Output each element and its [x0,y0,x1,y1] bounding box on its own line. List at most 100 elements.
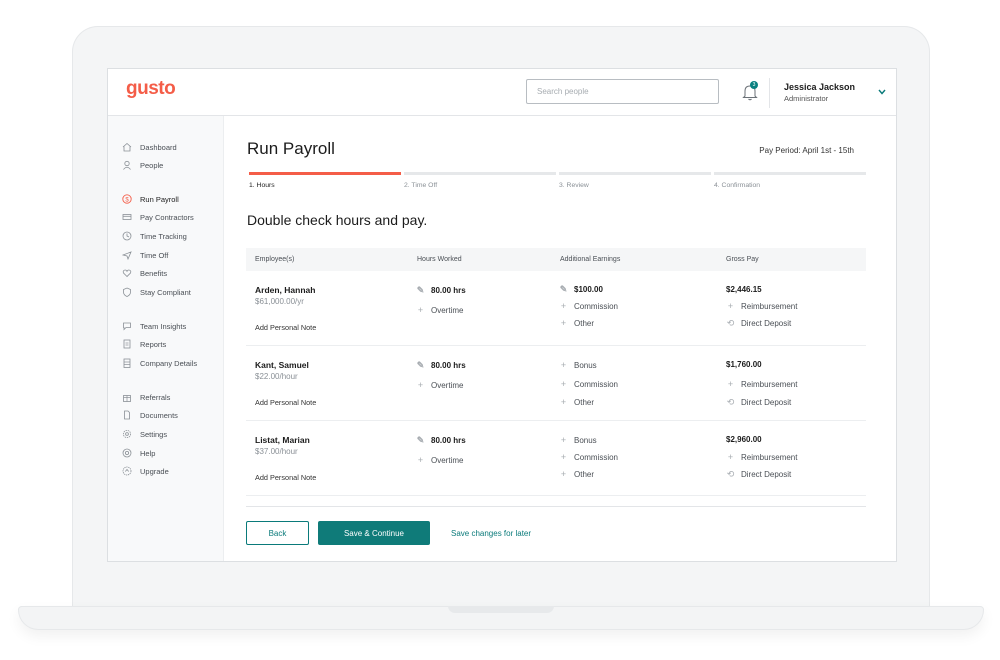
laptop-base [18,606,984,630]
sidebar-item-dashboard[interactable]: Dashboard [122,140,177,154]
sidebar-item-help[interactable]: Help [122,446,155,460]
sidebar-item-reports[interactable]: Reports [122,337,166,351]
sidebar-item-upgrade[interactable]: Upgrade [122,464,169,478]
app-window: gusto 3 Jessica Jackson Administrator Da… [107,68,897,562]
payroll-progress-steps: 1. Hours 2. Time Off 3. Review 4. Confir… [249,172,866,198]
footer-divider [246,506,866,507]
direct-deposit-toggle[interactable]: ⟲ Direct Deposit [726,469,792,480]
section-title: Double check hours and pay. [247,212,428,228]
refresh-icon: ⟲ [726,469,735,479]
sidebar-item-referrals[interactable]: Referrals [122,390,170,404]
employee-name[interactable]: Listat, Marian [255,435,310,445]
sidebar-item-time-tracking[interactable]: Time Tracking [122,229,187,243]
plus-icon: + [417,455,424,465]
plus-icon: + [727,452,734,462]
hours-worked-field[interactable]: ✎ 80.00 hrs [416,360,466,371]
add-overtime-button[interactable]: + Overtime [416,305,464,315]
step-hours[interactable]: 1. Hours [249,172,401,189]
employee-name[interactable]: Kant, Samuel [255,360,309,370]
add-reimbursement-button[interactable]: + Reimbursement [726,379,798,389]
sidebar-item-label: Run Payroll [140,194,179,204]
pay-period: Pay Period: April 1st - 15th [759,146,854,155]
sidebar-item-documents[interactable]: Documents [122,408,178,422]
direct-deposit-label: Direct Deposit [741,398,792,407]
header-divider [769,78,770,108]
add-reimbursement-button[interactable]: + Reimbursement [726,452,798,462]
direct-deposit-toggle[interactable]: ⟲ Direct Deposit [726,397,792,408]
column-header-earnings: Additional Earnings [560,256,621,263]
pencil-icon: ✎ [416,285,425,295]
add-reimbursement-button[interactable]: + Reimbursement [726,301,798,311]
other-label: Other [574,318,595,328]
refresh-icon: ⟲ [726,318,735,328]
step-bar [249,172,401,175]
sidebar-item-time-off[interactable]: Time Off [122,248,168,262]
search-input[interactable] [526,79,719,104]
bonus-label: Bonus [574,435,597,445]
table-header: Employee(s) Hours Worked Additional Earn… [246,248,866,271]
add-commission-button[interactable]: + Commission [559,379,618,389]
sidebar-item-label: Dashboard [140,142,177,152]
sidebar-item-label: Benefits [140,268,168,278]
gross-pay-value: $1,760.00 [726,360,762,369]
person-icon [122,160,132,170]
chevron-down-icon[interactable] [876,87,888,97]
step-time-off[interactable]: 2. Time Off [404,172,556,189]
document-icon [122,410,132,420]
hours-worked-field[interactable]: ✎ 80.00 hrs [416,435,466,446]
plus-icon: + [560,452,567,462]
other-label: Other [574,469,595,479]
hours-worked-field[interactable]: ✎ 80.00 hrs [416,285,466,296]
sidebar-item-benefits[interactable]: Benefits [122,266,167,280]
sidebar-item-company-details[interactable]: Company Details [122,356,197,370]
table-row: Listat, Marian $37.00/hour Add Personal … [246,421,866,496]
add-personal-note-link[interactable]: Add Personal Note [255,398,316,407]
plus-icon: + [417,380,424,390]
save-continue-button[interactable]: Save & Continue [318,521,430,545]
pencil-icon: ✎ [416,435,425,445]
direct-deposit-toggle[interactable]: ⟲ Direct Deposit [726,318,792,329]
add-other-button[interactable]: + Other [559,469,594,479]
add-commission-button[interactable]: + Commission [559,301,618,311]
hours-value: 80.00 hrs [431,436,466,445]
add-overtime-button[interactable]: + Overtime [416,455,464,465]
sidebar-item-label: Help [140,448,156,458]
sidebar-item-stay-compliant[interactable]: Stay Compliant [122,285,191,299]
sidebar-item-pay-contractors[interactable]: Pay Contractors [122,210,194,224]
dollar-icon: $ [122,194,132,204]
sidebar-item-run-payroll[interactable]: $ Run Payroll [122,192,179,206]
commission-label: Commission [574,301,619,311]
step-confirmation[interactable]: 4. Confirmation [714,172,866,189]
add-other-button[interactable]: + Other [559,397,594,407]
add-bonus-button[interactable]: + Bonus [559,360,597,370]
step-review[interactable]: 3. Review [559,172,711,189]
earnings-value: $100.00 [574,285,603,294]
add-other-button[interactable]: + Other [559,318,594,328]
add-commission-button[interactable]: + Commission [559,452,618,462]
gross-pay-value: $2,446.15 [726,285,762,294]
save-for-later-link[interactable]: Save changes for later [451,529,531,538]
earnings-amount-field[interactable]: ✎ $100.00 [559,284,603,295]
add-personal-note-link[interactable]: Add Personal Note [255,323,316,332]
notification-button[interactable]: 3 [740,81,760,102]
add-personal-note-link[interactable]: Add Personal Note [255,473,316,482]
sidebar-item-team-insights[interactable]: Team Insights [122,319,186,333]
plus-icon: + [560,360,567,370]
help-icon [122,448,132,458]
building-icon [122,358,132,368]
laptop-notch [448,606,554,613]
notification-badge: 3 [750,81,758,89]
step-label: 1. Hours [249,182,275,189]
overtime-label: Overtime [431,455,464,465]
clock-icon [122,231,132,241]
sidebar-item-settings[interactable]: Settings [122,427,167,441]
commission-label: Commission [574,452,619,462]
user-name[interactable]: Jessica Jackson [784,82,855,92]
back-button[interactable]: Back [246,521,309,545]
gusto-logo[interactable]: gusto [126,78,176,100]
employee-name[interactable]: Arden, Hannah [255,285,315,295]
add-overtime-button[interactable]: + Overtime [416,380,464,390]
sidebar-item-people[interactable]: People [122,158,163,172]
top-header: gusto 3 Jessica Jackson Administrator [108,69,896,116]
add-bonus-button[interactable]: + Bonus [559,435,597,445]
